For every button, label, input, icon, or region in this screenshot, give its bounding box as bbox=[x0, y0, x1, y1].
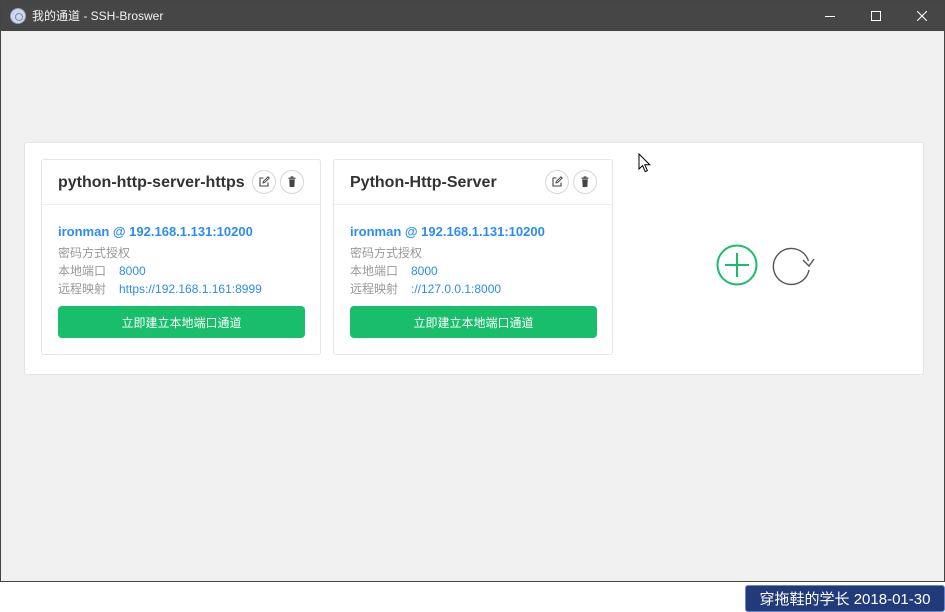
local-port-value: 8000 bbox=[411, 264, 438, 278]
remote-mapping-value: ://127.0.0.1:8000 bbox=[411, 282, 502, 296]
remote-mapping-row: 远程映射 https://192.168.1.161:8999 bbox=[58, 280, 262, 297]
remote-mapping-row: 远程映射 ://127.0.0.1:8000 bbox=[350, 280, 501, 297]
auth-method: 密码方式授权 bbox=[350, 246, 423, 260]
remote-mapping-label: 远程映射 bbox=[350, 282, 399, 296]
edit-tunnel-button[interactable] bbox=[252, 170, 276, 194]
local-port-label: 本地端口 bbox=[58, 264, 107, 278]
mouse-cursor-icon bbox=[638, 153, 652, 173]
tunnel-name: Python-Http-Server bbox=[350, 174, 497, 191]
tunnel-card: python-http-server-https ironman @ 192.1… bbox=[41, 159, 321, 355]
refresh-icon bbox=[772, 247, 815, 286]
add-tunnel-button[interactable] bbox=[716, 244, 758, 286]
local-port-row: 本地端口 8000 bbox=[58, 262, 146, 279]
title-bar[interactable]: 我的通道 - SSH-Broswer bbox=[1, 1, 944, 31]
maximize-button[interactable] bbox=[853, 1, 899, 31]
edit-icon bbox=[552, 176, 563, 187]
maximize-icon bbox=[871, 11, 881, 21]
tunnel-name: python-http-server-https bbox=[58, 174, 245, 191]
watermark: 穿拖鞋的学长 2018-01-30 bbox=[745, 585, 945, 612]
ssh-host: ironman @ 192.168.1.131:10200 bbox=[58, 224, 253, 239]
local-port-label: 本地端口 bbox=[350, 264, 399, 278]
close-button[interactable] bbox=[899, 1, 945, 31]
edit-icon bbox=[259, 176, 270, 187]
close-icon bbox=[917, 11, 927, 21]
open-tunnel-button[interactable]: 立即建立本地端口通道 bbox=[58, 306, 305, 338]
tunnel-panel: python-http-server-https ironman @ 192.1… bbox=[24, 142, 924, 375]
minimize-button[interactable] bbox=[807, 1, 853, 31]
plus-circle-icon bbox=[716, 244, 758, 286]
refresh-button[interactable] bbox=[770, 244, 816, 286]
app-logo-icon bbox=[10, 8, 26, 24]
card-header: Python-Http-Server bbox=[334, 160, 612, 205]
delete-tunnel-button[interactable] bbox=[573, 170, 597, 194]
card-header: python-http-server-https bbox=[42, 160, 320, 205]
trash-icon bbox=[288, 176, 296, 187]
remote-mapping-label: 远程映射 bbox=[58, 282, 107, 296]
ssh-host: ironman @ 192.168.1.131:10200 bbox=[350, 224, 545, 239]
open-tunnel-button[interactable]: 立即建立本地端口通道 bbox=[350, 306, 597, 338]
remote-mapping-value: https://192.168.1.161:8999 bbox=[119, 282, 262, 296]
delete-tunnel-button[interactable] bbox=[280, 170, 304, 194]
app-window: 我的通道 - SSH-Broswer python-http-server-ht… bbox=[0, 0, 945, 582]
main-content: python-http-server-https ironman @ 192.1… bbox=[1, 31, 944, 581]
minimize-icon bbox=[825, 16, 835, 17]
auth-method: 密码方式授权 bbox=[58, 246, 131, 260]
trash-icon bbox=[581, 176, 589, 187]
local-port-value: 8000 bbox=[119, 264, 146, 278]
window-title: 我的通道 - SSH-Broswer bbox=[32, 9, 164, 23]
local-port-row: 本地端口 8000 bbox=[350, 262, 438, 279]
tunnel-card: Python-Http-Server ironman @ 192.168.1.1… bbox=[333, 159, 613, 355]
edit-tunnel-button[interactable] bbox=[545, 170, 569, 194]
